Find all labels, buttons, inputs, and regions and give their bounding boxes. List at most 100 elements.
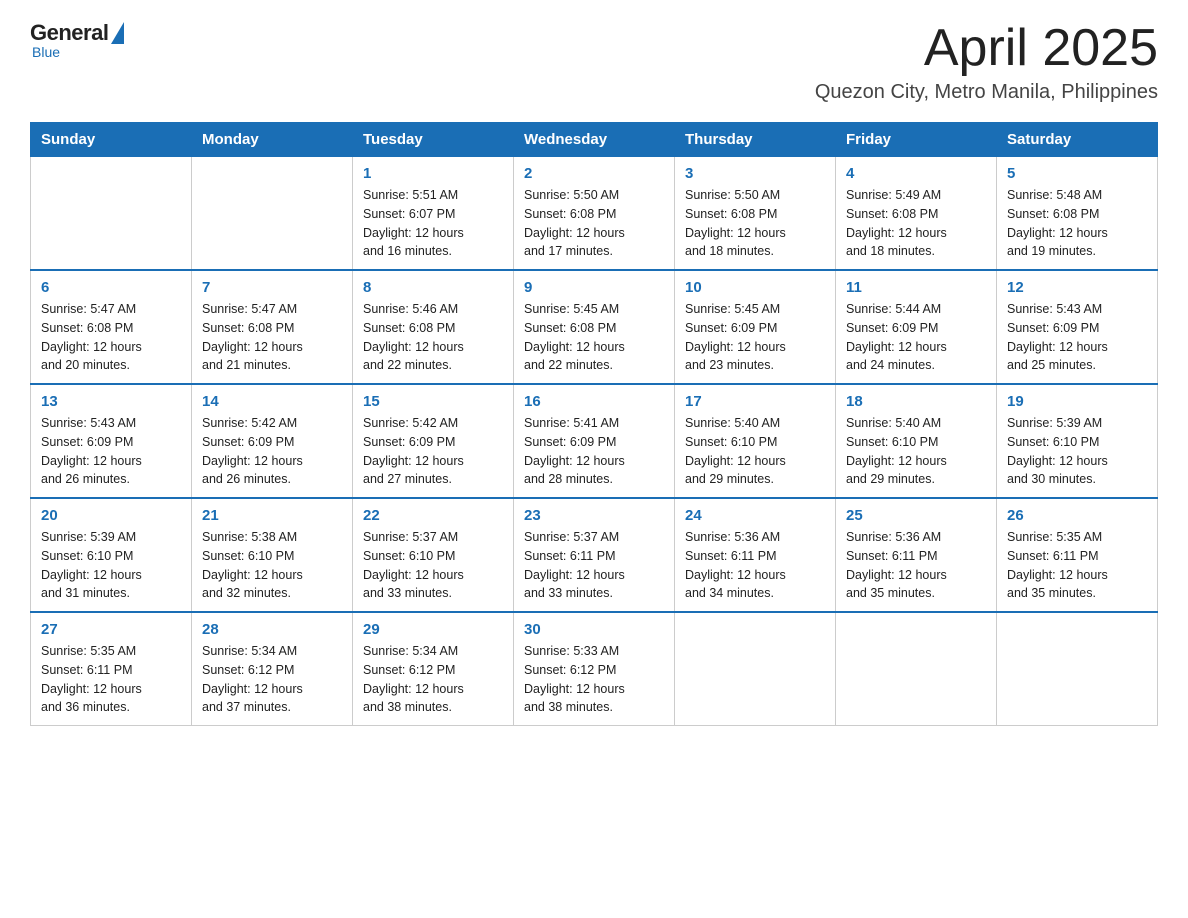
calendar-cell: 13 Sunrise: 5:43 AMSunset: 6:09 PMDayligh…: [31, 384, 192, 498]
day-info: Sunrise: 5:40 AMSunset: 6:10 PMDaylight:…: [685, 414, 825, 489]
weekday-header-wednesday: Wednesday: [514, 123, 675, 157]
day-number: 3: [685, 165, 825, 182]
calendar-cell: 26 Sunrise: 5:35 AMSunset: 6:11 PMDayligh…: [997, 498, 1158, 612]
day-info: Sunrise: 5:36 AMSunset: 6:11 PMDaylight:…: [846, 528, 986, 603]
logo-blue-text: Blue: [32, 44, 60, 60]
weekday-header-thursday: Thursday: [675, 123, 836, 157]
day-number: 9: [524, 279, 664, 296]
day-number: 17: [685, 393, 825, 410]
day-number: 19: [1007, 393, 1147, 410]
title-block: April 2025 Quezon City, Metro Manila, Ph…: [815, 20, 1158, 104]
weekday-header-saturday: Saturday: [997, 123, 1158, 157]
day-number: 24: [685, 507, 825, 524]
calendar-cell: 16 Sunrise: 5:41 AMSunset: 6:09 PMDayligh…: [514, 384, 675, 498]
day-info: Sunrise: 5:37 AMSunset: 6:11 PMDaylight:…: [524, 528, 664, 603]
day-info: Sunrise: 5:48 AMSunset: 6:08 PMDaylight:…: [1007, 186, 1147, 261]
day-info: Sunrise: 5:34 AMSunset: 6:12 PMDaylight:…: [363, 642, 503, 717]
day-number: 6: [41, 279, 181, 296]
calendar-cell: 18 Sunrise: 5:40 AMSunset: 6:10 PMDayligh…: [836, 384, 997, 498]
day-info: Sunrise: 5:43 AMSunset: 6:09 PMDaylight:…: [41, 414, 181, 489]
day-info: Sunrise: 5:45 AMSunset: 6:08 PMDaylight:…: [524, 300, 664, 375]
calendar-cell: [997, 612, 1158, 726]
day-number: 23: [524, 507, 664, 524]
logo-triangle-icon: [111, 22, 124, 44]
calendar-cell: [192, 157, 353, 271]
calendar-cell: 19 Sunrise: 5:39 AMSunset: 6:10 PMDayligh…: [997, 384, 1158, 498]
day-number: 8: [363, 279, 503, 296]
day-number: 10: [685, 279, 825, 296]
day-number: 2: [524, 165, 664, 182]
calendar-cell: 30Sunrise: 5:33 AMSunset: 6:12 PMDayligh…: [514, 612, 675, 726]
day-number: 22: [363, 507, 503, 524]
day-info: Sunrise: 5:47 AMSunset: 6:08 PMDaylight:…: [202, 300, 342, 375]
day-info: Sunrise: 5:45 AMSunset: 6:09 PMDaylight:…: [685, 300, 825, 375]
day-number: 21: [202, 507, 342, 524]
calendar-cell: 25 Sunrise: 5:36 AMSunset: 6:11 PMDayligh…: [836, 498, 997, 612]
day-number: 18: [846, 393, 986, 410]
day-number: 14: [202, 393, 342, 410]
calendar-cell: 15Sunrise: 5:42 AMSunset: 6:09 PMDayligh…: [353, 384, 514, 498]
calendar-week-5: 27Sunrise: 5:35 AMSunset: 6:11 PMDayligh…: [31, 612, 1158, 726]
day-number: 25: [846, 507, 986, 524]
calendar-cell: [836, 612, 997, 726]
day-info: Sunrise: 5:46 AMSunset: 6:08 PMDaylight:…: [363, 300, 503, 375]
calendar-cell: 29 Sunrise: 5:34 AMSunset: 6:12 PMDayligh…: [353, 612, 514, 726]
calendar-cell: 27Sunrise: 5:35 AMSunset: 6:11 PMDayligh…: [31, 612, 192, 726]
calendar-cell: 2 Sunrise: 5:50 AMSunset: 6:08 PMDaylight…: [514, 157, 675, 271]
day-number: 30: [524, 621, 664, 638]
day-number: 27: [41, 621, 181, 638]
day-info: Sunrise: 5:39 AMSunset: 6:10 PMDaylight:…: [1007, 414, 1147, 489]
calendar-week-3: 13 Sunrise: 5:43 AMSunset: 6:09 PMDayligh…: [31, 384, 1158, 498]
calendar-week-1: 1 Sunrise: 5:51 AMSunset: 6:07 PMDaylight…: [31, 157, 1158, 271]
weekday-header-sunday: Sunday: [31, 123, 192, 157]
day-number: 28: [202, 621, 342, 638]
day-number: 20: [41, 507, 181, 524]
day-number: 4: [846, 165, 986, 182]
day-number: 1: [363, 165, 503, 182]
calendar-cell: 14 Sunrise: 5:42 AMSunset: 6:09 PMDayligh…: [192, 384, 353, 498]
location-subtitle: Quezon City, Metro Manila, Philippines: [815, 81, 1158, 104]
calendar-cell: 22 Sunrise: 5:37 AMSunset: 6:10 PMDayligh…: [353, 498, 514, 612]
day-info: Sunrise: 5:51 AMSunset: 6:07 PMDaylight:…: [363, 186, 503, 261]
calendar-cell: 24 Sunrise: 5:36 AMSunset: 6:11 PMDayligh…: [675, 498, 836, 612]
day-number: 29: [363, 621, 503, 638]
calendar-week-2: 6 Sunrise: 5:47 AMSunset: 6:08 PMDaylight…: [31, 270, 1158, 384]
day-number: 7: [202, 279, 342, 296]
day-info: Sunrise: 5:39 AMSunset: 6:10 PMDaylight:…: [41, 528, 181, 603]
calendar-table: SundayMondayTuesdayWednesdayThursdayFrid…: [30, 122, 1158, 726]
calendar-cell: 5Sunrise: 5:48 AMSunset: 6:08 PMDaylight…: [997, 157, 1158, 271]
page-title: April 2025: [815, 20, 1158, 77]
calendar-week-4: 20 Sunrise: 5:39 AMSunset: 6:10 PMDayligh…: [31, 498, 1158, 612]
day-info: Sunrise: 5:50 AMSunset: 6:08 PMDaylight:…: [524, 186, 664, 261]
day-info: Sunrise: 5:44 AMSunset: 6:09 PMDaylight:…: [846, 300, 986, 375]
day-number: 13: [41, 393, 181, 410]
day-info: Sunrise: 5:36 AMSunset: 6:11 PMDaylight:…: [685, 528, 825, 603]
day-info: Sunrise: 5:42 AMSunset: 6:09 PMDaylight:…: [202, 414, 342, 489]
day-info: Sunrise: 5:35 AMSunset: 6:11 PMDaylight:…: [1007, 528, 1147, 603]
day-info: Sunrise: 5:37 AMSunset: 6:10 PMDaylight:…: [363, 528, 503, 603]
calendar-cell: 28Sunrise: 5:34 AMSunset: 6:12 PMDayligh…: [192, 612, 353, 726]
day-number: 15: [363, 393, 503, 410]
day-number: 26: [1007, 507, 1147, 524]
calendar-cell: 1 Sunrise: 5:51 AMSunset: 6:07 PMDaylight…: [353, 157, 514, 271]
day-number: 16: [524, 393, 664, 410]
calendar-cell: 10 Sunrise: 5:45 AMSunset: 6:09 PMDayligh…: [675, 270, 836, 384]
calendar-cell: 21Sunrise: 5:38 AMSunset: 6:10 PMDayligh…: [192, 498, 353, 612]
calendar-cell: 7 Sunrise: 5:47 AMSunset: 6:08 PMDaylight…: [192, 270, 353, 384]
calendar-cell: 8 Sunrise: 5:46 AMSunset: 6:08 PMDaylight…: [353, 270, 514, 384]
day-info: Sunrise: 5:40 AMSunset: 6:10 PMDaylight:…: [846, 414, 986, 489]
page-header: General Blue April 2025 Quezon City, Met…: [30, 20, 1158, 104]
calendar-cell: [31, 157, 192, 271]
day-info: Sunrise: 5:50 AMSunset: 6:08 PMDaylight:…: [685, 186, 825, 261]
day-info: Sunrise: 5:47 AMSunset: 6:08 PMDaylight:…: [41, 300, 181, 375]
calendar-cell: [675, 612, 836, 726]
day-number: 12: [1007, 279, 1147, 296]
calendar-header-row: SundayMondayTuesdayWednesdayThursdayFrid…: [31, 123, 1158, 157]
logo: General Blue: [30, 20, 124, 60]
day-info: Sunrise: 5:41 AMSunset: 6:09 PMDaylight:…: [524, 414, 664, 489]
day-info: Sunrise: 5:43 AMSunset: 6:09 PMDaylight:…: [1007, 300, 1147, 375]
calendar-cell: 12 Sunrise: 5:43 AMSunset: 6:09 PMDayligh…: [997, 270, 1158, 384]
calendar-cell: 20 Sunrise: 5:39 AMSunset: 6:10 PMDayligh…: [31, 498, 192, 612]
weekday-header-friday: Friday: [836, 123, 997, 157]
calendar-cell: 6 Sunrise: 5:47 AMSunset: 6:08 PMDaylight…: [31, 270, 192, 384]
